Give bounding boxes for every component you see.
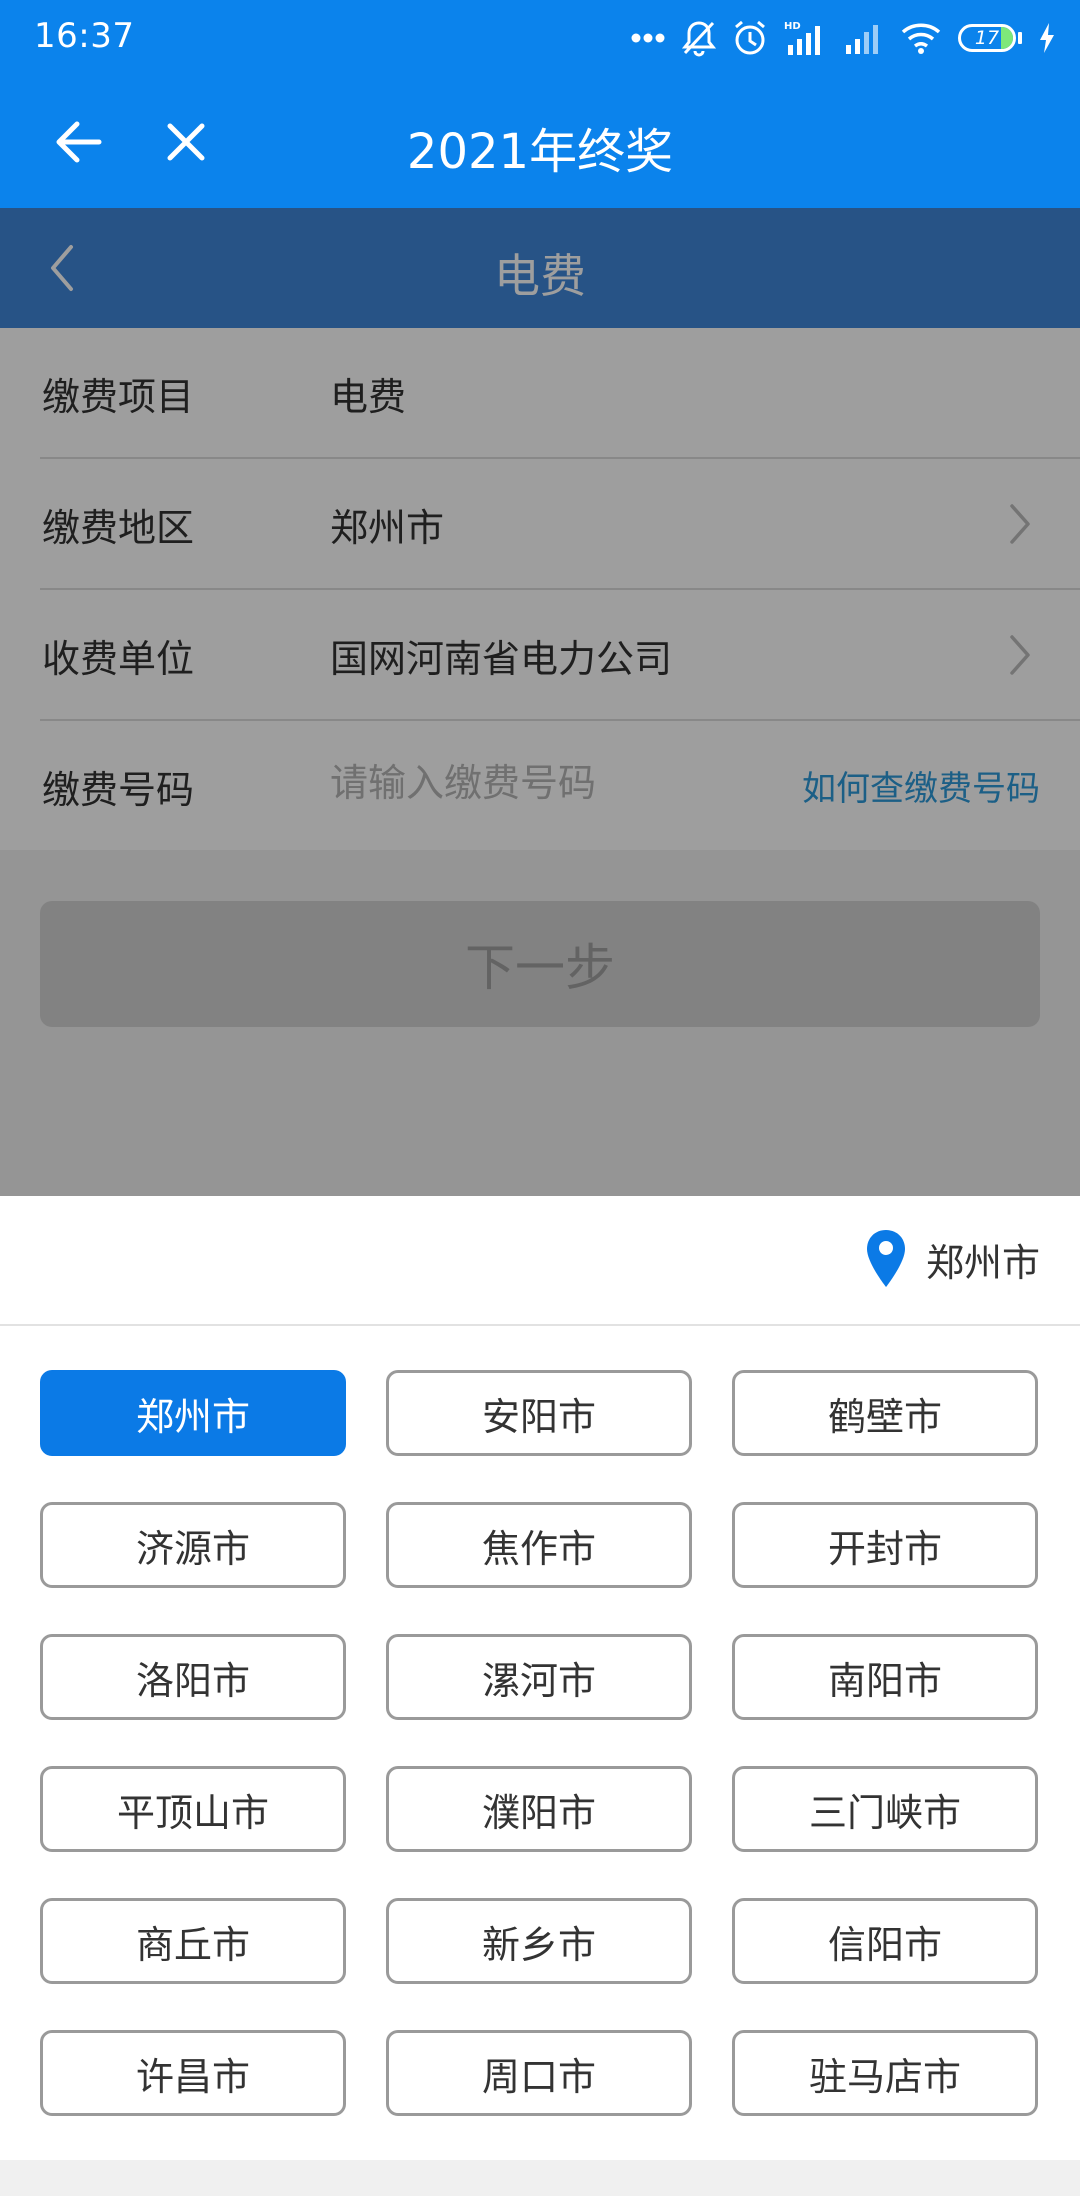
city-option[interactable]: 平顶山市 [40, 1766, 346, 1852]
charging-bolt-icon [1040, 23, 1054, 53]
page-title: 2021年终奖 [406, 124, 674, 180]
city-option[interactable]: 洛阳市 [40, 1634, 346, 1720]
city-option[interactable]: 开封市 [732, 1502, 1038, 1588]
city-picker-sheet: 郑州市 郑州市 安阳市 鹤壁市 济源市 焦作市 开封市 洛阳市 漯河市 南阳市 … [0, 1196, 1080, 2160]
city-option[interactable]: 三门峡市 [732, 1766, 1038, 1852]
app-bar: 2021年终奖 [0, 76, 1080, 208]
city-option[interactable]: 新乡市 [386, 1898, 692, 1984]
dim-overlay[interactable] [0, 208, 1080, 1196]
city-grid: 郑州市 安阳市 鹤壁市 济源市 焦作市 开封市 洛阳市 漯河市 南阳市 平顶山市… [40, 1370, 1040, 2116]
current-location[interactable]: 郑州市 [864, 1226, 1040, 1292]
city-option[interactable]: 鹤壁市 [732, 1370, 1038, 1456]
bell-muted-icon [682, 21, 716, 57]
location-pin-icon [866, 1230, 905, 1287]
status-time: 16:37 [34, 16, 135, 56]
wifi-icon [901, 23, 941, 54]
signal-icon [846, 25, 878, 54]
svg-text:HD: HD [784, 21, 801, 32]
city-option[interactable]: 濮阳市 [386, 1766, 692, 1852]
city-option[interactable]: 信阳市 [732, 1898, 1038, 1984]
alarm-icon [735, 20, 765, 55]
city-option[interactable]: 商丘市 [40, 1898, 346, 1984]
city-option[interactable]: 济源市 [40, 1502, 346, 1588]
current-location-bar: 郑州市 [0, 1196, 1080, 1326]
city-option[interactable]: 许昌市 [40, 2030, 346, 2116]
current-location-text: 郑州市 [925, 1240, 1040, 1285]
status-icons: HD 17 [630, 14, 1056, 62]
battery-icon: 17 [958, 24, 1022, 52]
city-option[interactable]: 焦作市 [386, 1502, 692, 1588]
city-option[interactable]: 南阳市 [732, 1634, 1038, 1720]
status-bar: 16:37 HD 17 [0, 0, 1080, 76]
city-option[interactable]: 周口市 [386, 2030, 692, 2116]
city-option[interactable]: 漯河市 [386, 1634, 692, 1720]
battery-level: 17 [974, 27, 1000, 49]
hd-signal-icon: HD [784, 21, 820, 55]
city-option[interactable]: 安阳市 [386, 1370, 692, 1456]
more-dots-icon [631, 33, 665, 43]
city-option[interactable]: 驻马店市 [732, 2030, 1038, 2116]
city-option[interactable]: 郑州市 [40, 1370, 346, 1456]
